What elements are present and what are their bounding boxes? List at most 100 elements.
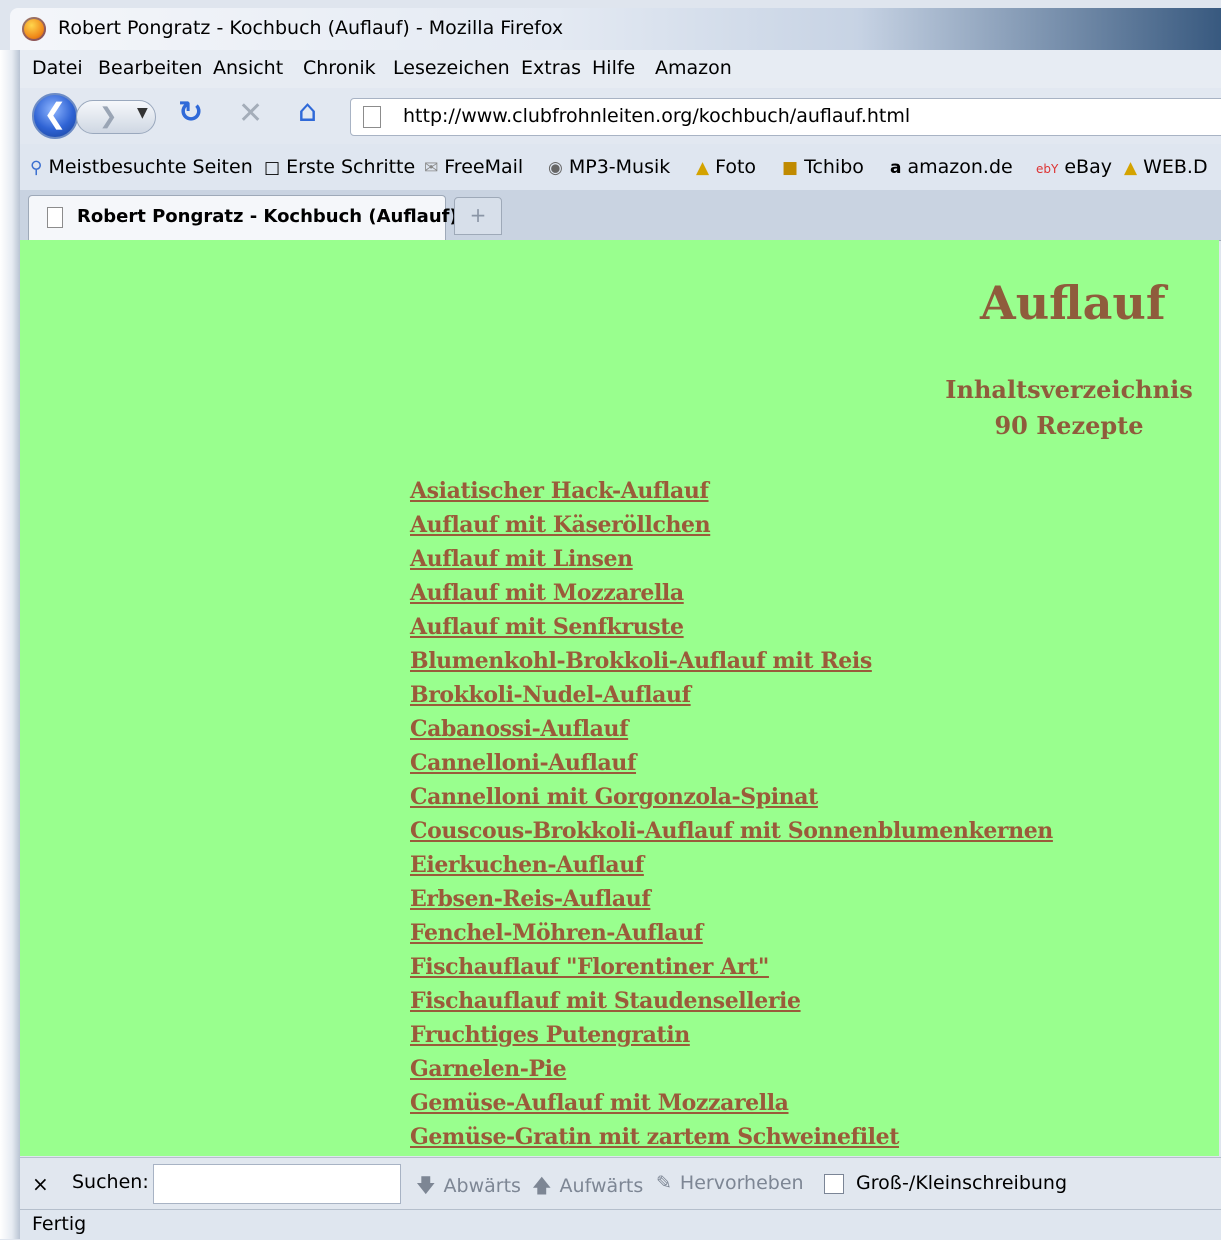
forward-arrow-icon: ❯ (99, 104, 118, 129)
menu-bar: Datei Bearbeiten Ansicht Chronik Lesezei… (20, 50, 1221, 88)
status-text: Fertig (32, 1213, 87, 1235)
page-icon: □ (264, 158, 281, 178)
find-input[interactable] (153, 1164, 401, 1204)
highlight-button[interactable]: ✎ Hervorheben (656, 1172, 804, 1194)
bookmark-label: Tchibo (804, 156, 864, 178)
list-item: Gemüse-Auflauf mit Mozzarella (410, 1090, 1053, 1124)
recipe-link[interactable]: Gemüse-Gratin mit zartem Schweinefilet (410, 1124, 899, 1150)
list-item: Cannelloni-Auflauf (410, 750, 1053, 784)
forward-button[interactable]: ❯ ▼ (76, 100, 156, 134)
bookmark-web-de[interactable]: ▲ WEB.D (1124, 156, 1208, 178)
recipe-link[interactable]: Fischauflauf mit Staudensellerie (410, 988, 801, 1014)
list-item: Asiatischer Hack-Auflauf (410, 478, 1053, 512)
list-item: Auflauf mit Senfkruste (410, 614, 1053, 648)
amazon-icon: a (890, 158, 902, 178)
tchibo-icon: ■ (782, 158, 799, 178)
recipe-link[interactable]: Gemüse-Auflauf mit Mozzarella (410, 1090, 789, 1116)
recipe-link[interactable]: Auflauf mit Linsen (410, 546, 633, 572)
find-previous-label: Aufwärts (559, 1175, 644, 1197)
menu-datei[interactable]: Datei (32, 57, 83, 79)
bookmark-label: Erste Schritte (286, 156, 416, 178)
recipe-link[interactable]: Cannelloni-Auflauf (410, 750, 636, 776)
bookmark-erste-schritte[interactable]: □ Erste Schritte (264, 156, 415, 178)
recipe-link[interactable]: Erbsen-Reis-Auflauf (410, 886, 651, 912)
list-item: Cannelloni mit Gorgonzola-Spinat (410, 784, 1053, 818)
tab-strip: Robert Pongratz - Kochbuch (Auflauf) + (20, 190, 1221, 241)
tab-title: Robert Pongratz - Kochbuch (Auflauf) (77, 206, 458, 227)
list-item: Gemüse-Gratin mit zartem Schweinefilet (410, 1124, 1053, 1156)
find-next-button[interactable]: 🡇 Abwärts (416, 1172, 521, 1204)
recipe-link[interactable]: Cannelloni mit Gorgonzola-Spinat (410, 784, 818, 810)
back-button[interactable]: ❮ (32, 93, 78, 139)
recipe-link[interactable]: Eierkuchen-Auflauf (410, 852, 644, 878)
bookmark-tchibo[interactable]: ■ Tchibo (782, 156, 864, 178)
list-item: Garnelen-Pie (410, 1056, 1053, 1090)
bookmark-ebay[interactable]: ebY eBay (1036, 156, 1112, 178)
menu-lesezeichen[interactable]: Lesezeichen (393, 57, 510, 79)
bookmark-mp3-musik[interactable]: ◉ MP3-Musik (548, 156, 670, 178)
list-item: Eierkuchen-Auflauf (410, 852, 1053, 886)
toc-heading: Inhaltsverzeichnis (945, 375, 1193, 404)
history-dropdown-icon[interactable]: ▼ (137, 105, 148, 121)
list-item: Fruchtiges Putengratin (410, 1022, 1053, 1056)
list-item: Auflauf mit Linsen (410, 546, 1053, 580)
recipe-link[interactable]: Fischauflauf "Florentiner Art" (410, 954, 769, 980)
list-item: Auflauf mit Käseröllchen (410, 512, 1053, 546)
bookmark-label: Foto (715, 156, 757, 178)
close-find-bar-button[interactable]: × (32, 1172, 49, 1196)
recipe-link[interactable]: Cabanossi-Auflauf (410, 716, 629, 742)
navigation-toolbar: ❮ ❯ ▼ ↻ ✕ ⌂ http://www.clubfrohnleiten.o… (20, 88, 1221, 144)
recipe-link[interactable]: Auflauf mit Mozzarella (410, 580, 684, 606)
page-content: Auflauf Inhaltsverzeichnis 90 Rezepte As… (20, 240, 1219, 1156)
list-item: Couscous-Brokkoli-Auflauf mit Sonnenblum… (410, 818, 1053, 852)
web-de-icon: ▲ (696, 158, 710, 178)
menu-hilfe[interactable]: Hilfe (592, 57, 635, 79)
recipe-link[interactable]: Auflauf mit Käseröllchen (410, 512, 711, 538)
bookmark-freemail[interactable]: ✉ FreeMail (424, 156, 523, 178)
bookmark-label: MP3-Musik (568, 156, 671, 178)
page-title: Auflauf (980, 276, 1166, 330)
list-item: Cabanossi-Auflauf (410, 716, 1053, 750)
find-previous-button[interactable]: 🡅 Aufwärts (532, 1172, 643, 1204)
list-item: Auflauf mit Mozzarella (410, 580, 1053, 614)
bookmark-amazon[interactable]: a amazon.de (890, 156, 1013, 178)
bookmark-label: eBay (1064, 156, 1112, 178)
recipe-link[interactable]: Brokkoli-Nudel-Auflauf (410, 682, 691, 708)
back-arrow-icon: ❮ (43, 97, 67, 130)
recipe-link[interactable]: Garnelen-Pie (410, 1056, 567, 1082)
recipe-link[interactable]: Fenchel-Möhren-Auflauf (410, 920, 703, 946)
url-text[interactable]: http://www.clubfrohnleiten.org/kochbuch/… (403, 105, 910, 127)
recipe-link[interactable]: Blumenkohl-Brokkoli-Auflauf mit Reis (410, 648, 872, 674)
bookmark-meistbesuchte[interactable]: ⚲ Meistbesuchte Seiten (30, 156, 253, 178)
recipe-count: 90 Rezepte (994, 411, 1144, 440)
tab-active[interactable]: Robert Pongratz - Kochbuch (Auflauf) (28, 195, 458, 240)
bookmark-label: Meistbesuchte Seiten (48, 156, 253, 178)
recipe-link[interactable]: Asiatischer Hack-Auflauf (410, 478, 709, 504)
mail-icon: ✉ (424, 158, 439, 178)
speaker-icon: ◉ (548, 158, 563, 178)
plus-icon: + (469, 203, 487, 227)
url-bar[interactable]: http://www.clubfrohnleiten.org/kochbuch/… (350, 98, 1221, 136)
bookmarks-toolbar: ⚲ Meistbesuchte Seiten □ Erste Schritte ✉ F… (20, 144, 1221, 190)
firefox-logo-icon (22, 17, 46, 41)
menu-chronik[interactable]: Chronik (303, 57, 376, 79)
menu-amazon[interactable]: Amazon (655, 57, 732, 79)
menu-ansicht[interactable]: Ansicht (213, 57, 283, 79)
list-item: Blumenkohl-Brokkoli-Auflauf mit Reis (410, 648, 1053, 682)
new-tab-button[interactable]: + (454, 197, 502, 235)
match-case-checkbox[interactable] (824, 1174, 844, 1194)
recipe-link[interactable]: Couscous-Brokkoli-Auflauf mit Sonnenblum… (410, 818, 1053, 844)
list-item: Fischauflauf mit Staudensellerie (410, 988, 1053, 1022)
list-item: Fenchel-Möhren-Auflauf (410, 920, 1053, 954)
highlight-label: Hervorheben (679, 1172, 804, 1194)
reload-icon[interactable]: ↻ (178, 95, 203, 130)
menu-bearbeiten[interactable]: Bearbeiten (98, 57, 202, 79)
bookmark-foto[interactable]: ▲ Foto (696, 156, 756, 178)
match-case-label: Groß-/Kleinschreibung (856, 1172, 1068, 1194)
home-icon[interactable]: ⌂ (298, 94, 317, 129)
find-next-label: Abwärts (443, 1175, 521, 1197)
stop-icon[interactable]: ✕ (238, 96, 263, 131)
menu-extras[interactable]: Extras (521, 57, 581, 79)
recipe-link[interactable]: Auflauf mit Senfkruste (410, 614, 684, 640)
recipe-link[interactable]: Fruchtiges Putengratin (410, 1022, 690, 1048)
